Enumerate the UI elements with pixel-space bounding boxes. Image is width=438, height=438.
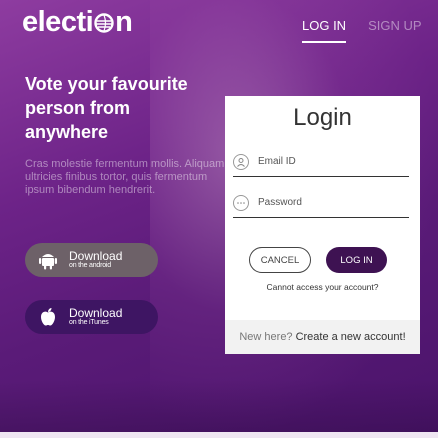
background-shade [0, 380, 438, 438]
brand-logo[interactable]: electi n [22, 4, 133, 40]
download-itunes-text: Download on the iTunes [69, 307, 122, 327]
footer-prompt: New here? [239, 331, 293, 343]
email-input[interactable] [258, 156, 398, 167]
card-footer: New here? Create a new account! [225, 320, 420, 354]
download-android-text: Download on the android [69, 250, 122, 270]
logo-text-right: n [115, 5, 133, 38]
globe-icon [94, 13, 114, 33]
email-field[interactable] [233, 147, 409, 177]
password-field[interactable] [233, 188, 409, 218]
forgot-account-link[interactable]: Cannot access your account? [225, 282, 420, 292]
android-icon [38, 250, 58, 270]
password-input[interactable] [258, 197, 398, 208]
key-icon [233, 194, 249, 211]
cancel-button[interactable]: CANCEL [249, 247, 311, 273]
download-android-button[interactable]: Download on the android [25, 243, 158, 277]
nav-signup-link[interactable]: SIGN UP [368, 18, 421, 43]
user-icon [233, 153, 249, 170]
logo-text-left: electi [22, 5, 94, 38]
download-android-title: Download [69, 249, 123, 263]
nav-login-link[interactable]: LOG IN [302, 18, 347, 43]
download-android-subtitle: on the android [69, 262, 111, 269]
download-itunes-subtitle: on the iTunes [69, 319, 109, 326]
hero-headline: Vote your favourite person from anywhere [25, 74, 188, 142]
login-title: Login [293, 104, 352, 131]
top-nav: LOG IN SIGN UP [302, 18, 422, 43]
hero-blurb: Cras molestie fermentum mollis. Aliquam … [25, 158, 225, 196]
bottom-strip [0, 432, 438, 438]
download-itunes-title: Download [69, 306, 123, 320]
login-button[interactable]: LOG IN [326, 247, 387, 273]
create-account-link[interactable]: Create a new account! [296, 331, 406, 343]
download-itunes-button[interactable]: Download on the iTunes [25, 300, 158, 334]
apple-icon [38, 307, 58, 327]
login-card: Login CANCEL LOG IN Cannot access your a… [225, 96, 420, 354]
